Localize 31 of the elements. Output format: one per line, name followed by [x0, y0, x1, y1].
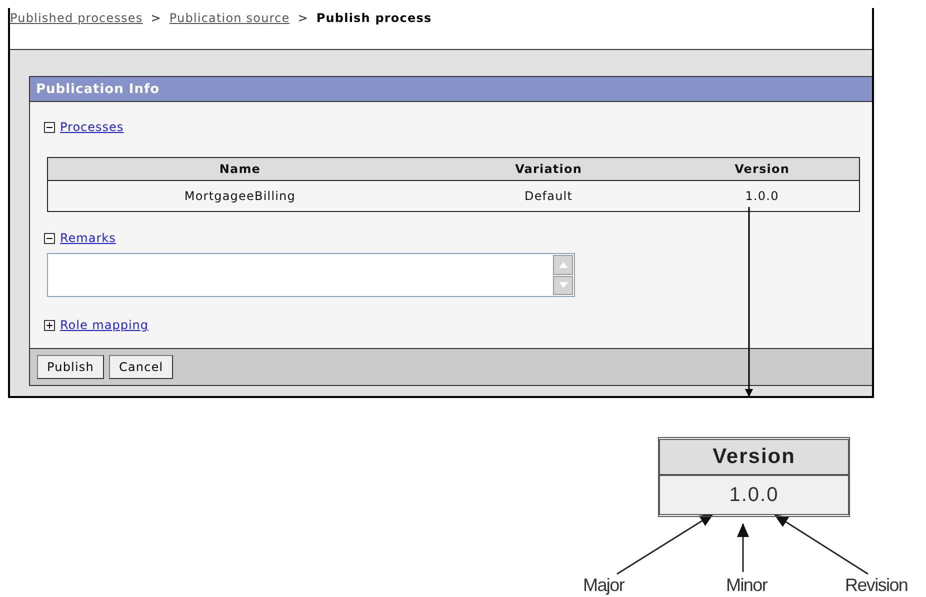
- section-link[interactable]: Processes: [60, 120, 124, 134]
- table-cell: MortgageeBilling: [48, 180, 432, 212]
- column-header: Name: [48, 158, 432, 180]
- pointer-arrow: [737, 523, 749, 572]
- part-label: Major: [583, 574, 624, 596]
- scroll-down-button[interactable]: [553, 276, 573, 295]
- breadcrumb-separator: >: [150, 11, 162, 25]
- part-label: Revision: [845, 574, 908, 596]
- breadcrumb-link[interactable]: Publication source: [169, 11, 290, 25]
- down-arrow-icon: [558, 282, 568, 288]
- column-header: Version: [665, 158, 860, 180]
- table-cell: Default: [432, 180, 666, 212]
- expand-icon[interactable]: [44, 320, 55, 330]
- callout-header: Version: [660, 440, 848, 476]
- collapse-icon[interactable]: [44, 122, 55, 132]
- table-cell: 1.0.0: [665, 180, 860, 212]
- up-arrow-icon: [558, 262, 568, 268]
- remarks-field[interactable]: [47, 253, 575, 297]
- collapse-icon[interactable]: [44, 232, 55, 244]
- section-link[interactable]: Remarks: [60, 231, 116, 245]
- scroll-up-button[interactable]: [553, 255, 573, 274]
- part-label: Minor: [726, 574, 768, 596]
- breadcrumb-separator: >: [298, 11, 308, 25]
- callout-value: 1.0.0: [660, 476, 848, 514]
- action-button[interactable]: Cancel: [108, 355, 174, 379]
- column-header: Variation: [432, 158, 666, 180]
- breadcrumb-link[interactable]: Published processes: [10, 11, 143, 25]
- section-link[interactable]: Role mapping: [60, 318, 149, 332]
- panel-title: Publication Info: [30, 77, 872, 102]
- action-button[interactable]: Publish: [37, 355, 104, 379]
- breadcrumb-current: Publish process: [316, 11, 432, 25]
